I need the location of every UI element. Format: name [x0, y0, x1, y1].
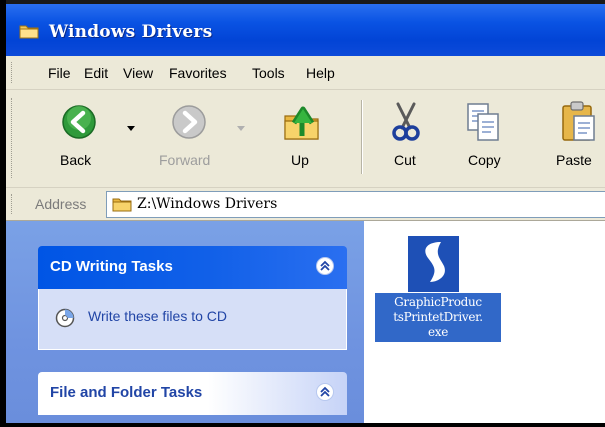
address-label: Address	[35, 196, 87, 212]
file-item[interactable]: GraphicProduc tsPrintetDriver. exe	[375, 233, 501, 361]
back-dropdown-arrow[interactable]	[127, 126, 135, 131]
file-name-line: GraphicProduc	[394, 295, 482, 309]
file-folder-header[interactable]: File and Folder Tasks	[38, 372, 347, 415]
file-name-line: tsPrintetDriver.	[393, 310, 483, 324]
forward-label: Forward	[159, 152, 211, 168]
menu-grip[interactable]	[11, 62, 15, 83]
menu-help[interactable]: Help	[306, 65, 335, 81]
scissors-icon	[392, 102, 420, 141]
paste-label: Paste	[556, 152, 592, 168]
cd-writing-header[interactable]: CD Writing Tasks	[38, 246, 347, 289]
menu-favorites[interactable]: Favorites	[169, 65, 227, 81]
file-folder-title: File and Folder Tasks	[50, 384, 203, 401]
file-name: GraphicProduc tsPrintetDriver. exe	[375, 293, 501, 342]
address-bar: Address Z:\Windows Drivers	[6, 188, 605, 221]
copy-label: Copy	[468, 152, 501, 168]
cd-write-icon	[55, 308, 75, 328]
collapse-cd-writing-button[interactable]	[316, 257, 334, 275]
address-input[interactable]: Z:\Windows Drivers	[106, 191, 605, 218]
menu-edit[interactable]: Edit	[84, 65, 108, 81]
toolbar-separator	[361, 100, 363, 174]
menu-bar: File Edit View Favorites Tools Help	[6, 56, 605, 90]
toolbar-grip[interactable]	[11, 98, 15, 178]
back-label: Back	[60, 152, 92, 168]
cd-writing-body: Write these files to CD	[38, 289, 347, 350]
folder-icon	[112, 198, 132, 212]
cd-writing-title: CD Writing Tasks	[50, 258, 173, 275]
forward-dropdown-arrow[interactable]	[237, 126, 245, 131]
forward-arrow-icon	[172, 105, 206, 139]
menu-file[interactable]: File	[48, 65, 71, 81]
cut-label: Cut	[394, 152, 416, 168]
folder-icon	[19, 25, 39, 39]
cd-writing-panel: CD Writing Tasks Write these files to CD	[38, 246, 347, 350]
standard-toolbar: Back Forward Up Cut Copy Paste	[6, 90, 605, 188]
installer-icon	[408, 236, 459, 292]
title-bar[interactable]: Windows Drivers	[6, 4, 605, 56]
task-pane: CD Writing Tasks Write these files to CD	[6, 221, 364, 423]
menu-view[interactable]: View	[123, 65, 153, 81]
chevron-up-icon	[320, 260, 330, 271]
file-folder-panel: File and Folder Tasks	[38, 372, 347, 415]
chevron-up-icon	[320, 386, 330, 397]
bottom-rule	[0, 423, 605, 427]
file-name-line: exe	[427, 325, 449, 339]
menu-tools[interactable]: Tools	[252, 65, 285, 81]
collapse-file-folder-button[interactable]	[316, 383, 334, 401]
address-path: Z:\Windows Drivers	[137, 196, 278, 212]
explorer-window: Windows Drivers File Edit View Favorites…	[0, 0, 605, 427]
write-files-to-cd-link[interactable]: Write these files to CD	[88, 308, 227, 324]
window-title: Windows Drivers	[49, 22, 213, 42]
clipboard-icon	[562, 101, 595, 141]
address-grip[interactable]	[11, 194, 15, 214]
copy-icon	[467, 103, 499, 141]
up-folder-icon	[284, 106, 319, 140]
left-rule	[0, 0, 6, 427]
up-label: Up	[291, 152, 309, 168]
back-arrow-icon	[62, 105, 96, 139]
